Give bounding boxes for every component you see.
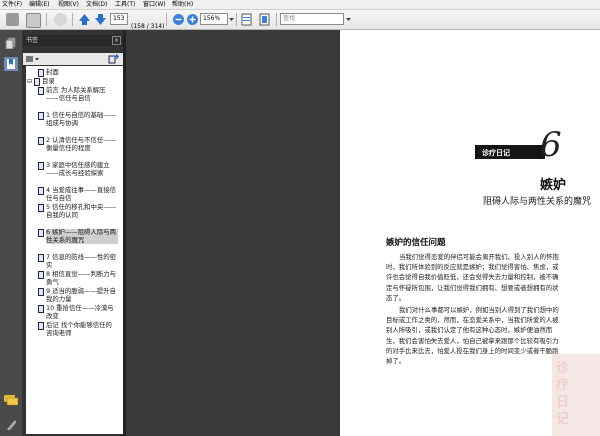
bookmark-label: 3 家庭中信任感的建立——成长与经验探索 bbox=[46, 161, 110, 177]
fit-width-icon[interactable] bbox=[240, 13, 253, 26]
zoom-select[interactable]: 156% bbox=[200, 13, 228, 25]
bookmark-label: 5 信任的移孔和中央——自我的认同 bbox=[46, 203, 117, 219]
zoom-out-icon[interactable] bbox=[172, 13, 185, 26]
bookmark-label: 7 信息的防线——性的密实 bbox=[46, 253, 117, 269]
bookmark-icon bbox=[34, 78, 40, 86]
bookmark-icon bbox=[38, 137, 44, 145]
menu-bar: 文件(F) 编辑(E) 视图(V) 文档(D) 工具(T) 窗口(W) 帮助(H… bbox=[0, 0, 600, 10]
paragraph-1: 当我们觉得恋爱的伴侣可能会离开我们、投入别人的怀抱时，我们所体验到的反应就是嫉妒… bbox=[386, 253, 559, 302]
section-heading: 嫉妒的信任问题 bbox=[386, 238, 446, 248]
panel-title: 书签 bbox=[26, 37, 39, 44]
menu-document[interactable]: 文档(D) bbox=[86, 0, 107, 9]
bookmark-icon bbox=[38, 271, 44, 279]
bookmark-icon bbox=[38, 204, 44, 212]
menu-view[interactable]: 视图(V) bbox=[58, 0, 79, 9]
menu-tools[interactable]: 工具(T) bbox=[115, 0, 135, 9]
toolbar-separator bbox=[276, 13, 277, 26]
bookmark-icon bbox=[38, 229, 44, 237]
bookmark-label: 封面 bbox=[46, 68, 59, 76]
collapse-toggle-icon[interactable]: ⊟ bbox=[27, 78, 32, 85]
search-input[interactable]: 查找 bbox=[280, 13, 344, 25]
search-dropdown-icon[interactable] bbox=[345, 13, 352, 26]
bookmarks-toolbar bbox=[23, 53, 124, 65]
options-icon[interactable] bbox=[26, 55, 40, 63]
menu-help[interactable]: 帮助(H) bbox=[172, 0, 193, 9]
panel-close-button[interactable]: × bbox=[112, 36, 121, 45]
comments-icon[interactable] bbox=[4, 395, 18, 406]
chapter-number: 6 bbox=[540, 125, 562, 165]
bookmark-icon bbox=[38, 162, 44, 170]
bookmark-icon bbox=[38, 254, 44, 262]
bookmark-label: 目录 bbox=[42, 77, 55, 85]
email-icon[interactable] bbox=[26, 13, 41, 28]
toolbar-separator bbox=[72, 13, 73, 26]
new-bookmark-icon[interactable] bbox=[108, 54, 120, 64]
bookmarks-icon[interactable] bbox=[4, 57, 18, 71]
bookmark-label: 后记 找个你能够信任的咨询老师 bbox=[46, 321, 112, 337]
watermark-text: 诊疗日记 bbox=[556, 361, 570, 427]
pdf-page: 诊疗日记 6 嫉妒 阻碍人际与两性关系的魔咒 嫉妒的信任问题 当我们觉得恋爱的伴… bbox=[340, 30, 600, 436]
zoom-in-icon[interactable] bbox=[186, 13, 199, 26]
bookmark-label: 2 认清信任与不信任——衡量信任的程度 bbox=[46, 136, 117, 152]
bookmark-icon bbox=[38, 87, 44, 95]
chapter-subtitle: 阻碍人际与两性关系的魔咒 bbox=[483, 197, 592, 207]
bookmark-icon bbox=[38, 112, 44, 120]
chapter-title: 嫉妒 bbox=[540, 178, 567, 193]
bookmark-label: 1 信任与自信的基础——组成与协调 bbox=[46, 111, 117, 127]
pages-icon[interactable] bbox=[5, 37, 17, 49]
toolbar-separator bbox=[236, 13, 237, 26]
bookmark-label: 9 适当的脆弱——提升自我的力量 bbox=[46, 287, 117, 303]
bookmark-label: 前言 为人际关系解压——信任与自信 bbox=[46, 86, 106, 102]
bookmark-icon bbox=[38, 305, 44, 313]
next-page-icon[interactable] bbox=[94, 13, 107, 26]
watermark-stamp: 诊疗日记 bbox=[552, 354, 600, 436]
bookmark-label: 6 嫉妒——阻碍人际与两性关系的魔咒 bbox=[46, 228, 118, 245]
previous-page-icon[interactable] bbox=[78, 13, 91, 26]
bookmark-icon bbox=[38, 187, 44, 195]
chapter-label: 诊疗日记 bbox=[482, 148, 510, 157]
bookmark-label: 4 当爱成往事——直接信任与自信 bbox=[46, 186, 117, 202]
menu-window[interactable]: 窗口(W) bbox=[143, 0, 166, 9]
zoom-dropdown-icon[interactable] bbox=[228, 13, 235, 26]
toolbar-separator bbox=[166, 13, 167, 26]
navigation-rail bbox=[0, 30, 22, 436]
menu-edit[interactable]: 编辑(E) bbox=[29, 0, 49, 9]
bookmark-icon bbox=[38, 288, 44, 296]
paragraph-2: 我们对什么事都可以嫉妒，例如当别人得到了我们想中的目标或工作之类的，然而，在恋爱… bbox=[386, 306, 559, 366]
bookmark-icon bbox=[38, 69, 44, 77]
bookmarks-panel-header: 书签 × bbox=[23, 35, 124, 46]
toolbar: 153 (158 / 314) 156% 查找 bbox=[0, 10, 600, 30]
bookmarks-tree: 封面 ⊟ 目录 前言 为人际关系解压——信任与自信 1 信任与自信的基础——组成与协调 2… bbox=[26, 66, 123, 434]
page-number-input[interactable]: 153 bbox=[110, 13, 128, 25]
bookmark-label: 8 相信直觉——判断力与勇气 bbox=[46, 270, 117, 286]
bookmark-icon bbox=[38, 322, 44, 330]
fit-page-icon[interactable] bbox=[258, 13, 271, 26]
attachments-icon[interactable] bbox=[5, 419, 17, 431]
bookmark-label: 10 重拾信任——冷漠与改变 bbox=[46, 304, 114, 320]
print-icon[interactable] bbox=[6, 13, 19, 26]
menu-file[interactable]: 文件(F) bbox=[2, 0, 22, 9]
select-hand-icon[interactable] bbox=[54, 13, 67, 26]
toolbar-separator bbox=[46, 13, 47, 26]
